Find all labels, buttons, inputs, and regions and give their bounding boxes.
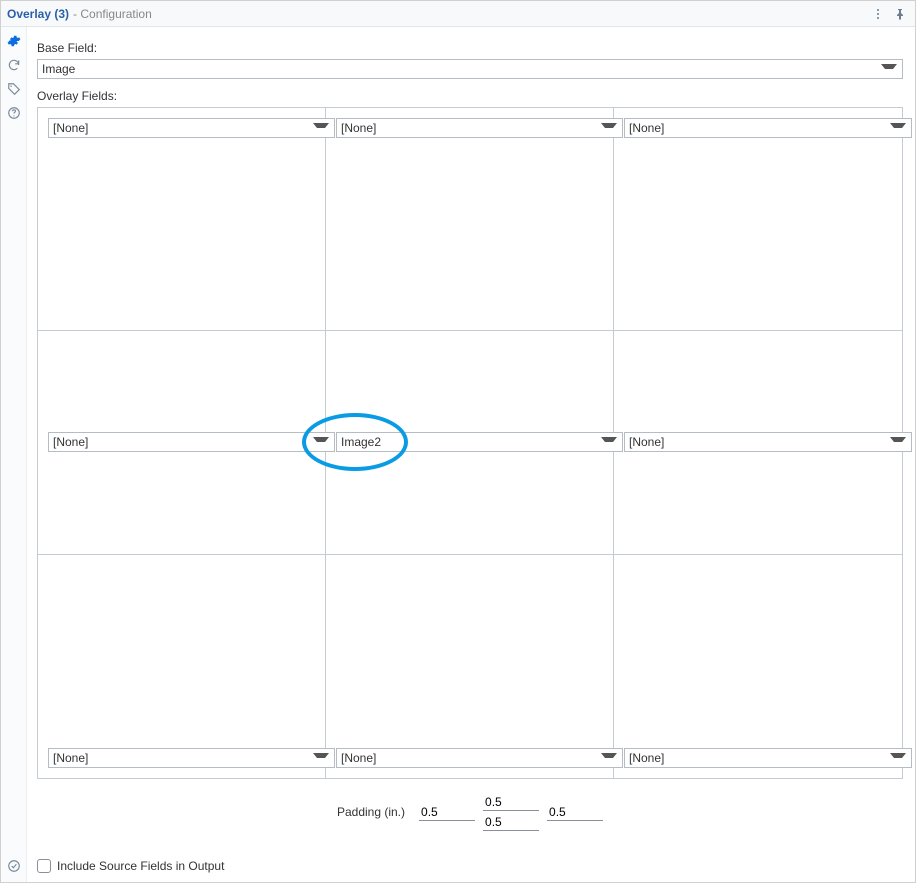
- overlay-combo-bl[interactable]: [None]: [48, 748, 335, 768]
- overlay-cell-bl: [None]: [38, 555, 326, 778]
- padding-bottom-input[interactable]: [483, 813, 539, 831]
- check-circle-icon[interactable]: [6, 858, 22, 874]
- overlay-combo-br[interactable]: [None]: [624, 748, 912, 768]
- panel-header: Overlay (3) - Configuration: [1, 1, 915, 27]
- base-field-combo[interactable]: Image: [37, 59, 903, 79]
- panel-subtitle: - Configuration: [73, 7, 152, 21]
- help-icon[interactable]: [6, 105, 22, 121]
- overlay-cell-tl: [None]: [38, 108, 326, 331]
- refresh-icon[interactable]: [6, 57, 22, 73]
- overlay-fields-label: Overlay Fields:: [37, 89, 903, 103]
- overlay-cell-tc: [None]: [326, 108, 614, 331]
- overlay-cell-mr: [None]: [614, 331, 902, 554]
- more-options-icon[interactable]: [869, 5, 887, 23]
- padding-label: Padding (in.): [337, 805, 405, 819]
- pin-icon[interactable]: [891, 5, 909, 23]
- include-source-label: Include Source Fields in Output: [57, 859, 224, 873]
- overlay-cell-ml: [None]: [38, 331, 326, 554]
- overlay-combo-ml[interactable]: [None]: [48, 432, 335, 452]
- config-panel: Base Field: Image Overlay Fields: [None]…: [27, 27, 915, 882]
- overlay-cell-br: [None]: [614, 555, 902, 778]
- panel-title: Overlay (3): [7, 7, 69, 21]
- padding-right-input[interactable]: [547, 803, 603, 821]
- padding-row: Padding (in.): [37, 793, 903, 831]
- overlay-cell-mc: Image2: [326, 331, 614, 554]
- padding-top-input[interactable]: [483, 793, 539, 811]
- tag-icon[interactable]: [6, 81, 22, 97]
- include-source-row: Include Source Fields in Output: [37, 859, 903, 873]
- overlay-cell-bc: [None]: [326, 555, 614, 778]
- overlay-combo-tr[interactable]: [None]: [624, 118, 912, 138]
- overlay-combo-tl[interactable]: [None]: [48, 118, 335, 138]
- base-field-label: Base Field:: [37, 41, 903, 55]
- overlay-combo-tc[interactable]: [None]: [336, 118, 623, 138]
- overlay-grid: [None] [None] [None] [None] Image2 [None…: [37, 107, 903, 779]
- include-source-checkbox[interactable]: [37, 859, 51, 873]
- gear-icon[interactable]: [6, 33, 22, 49]
- overlay-cell-tr: [None]: [614, 108, 902, 331]
- overlay-combo-mc[interactable]: Image2: [336, 432, 623, 452]
- left-tab-strip: [1, 27, 27, 882]
- overlay-combo-bc[interactable]: [None]: [336, 748, 623, 768]
- overlay-combo-mr[interactable]: [None]: [624, 432, 912, 452]
- padding-left-input[interactable]: [419, 803, 475, 821]
- base-field-value: Image: [42, 62, 75, 76]
